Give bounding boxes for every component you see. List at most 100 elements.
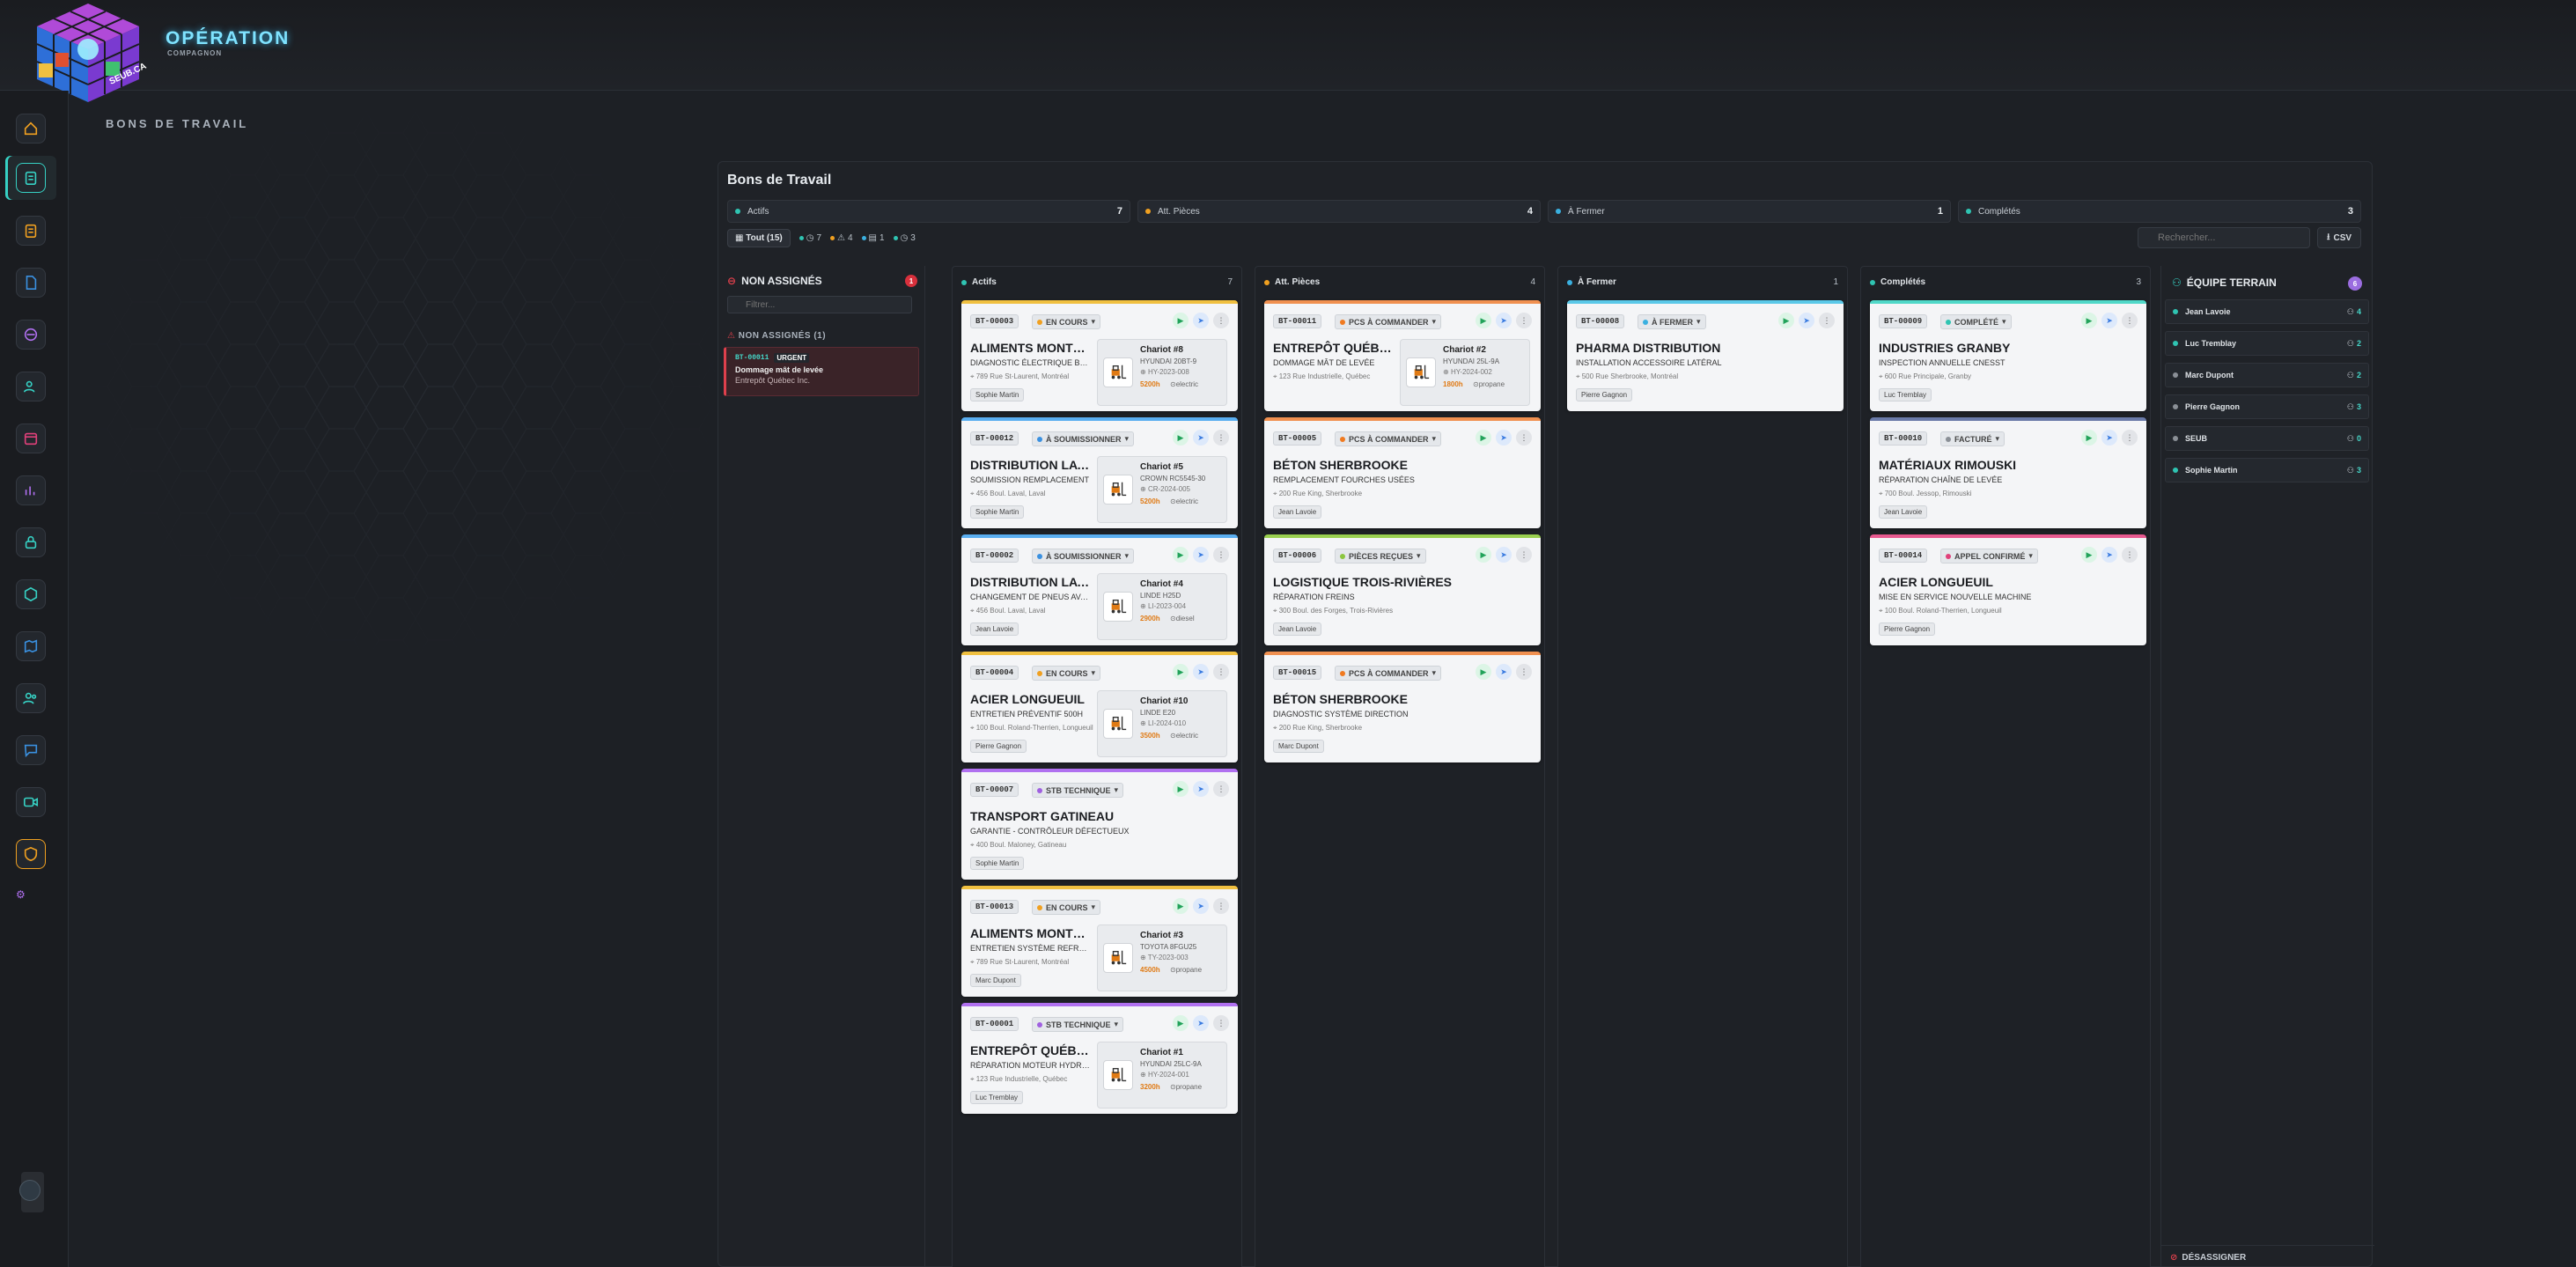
more-button[interactable]: ⋮ [2122, 430, 2138, 446]
dispatch-button[interactable]: ➤ [2101, 313, 2117, 328]
equipment-box[interactable]: Chariot #8 HYUNDAI 20BT-9 ⊕ HY-2023-008 520… [1097, 339, 1227, 406]
more-button[interactable]: ⋮ [1516, 313, 1532, 328]
status-dropdown[interactable]: STB TECHNIQUE ▾ [1032, 1017, 1124, 1032]
more-button[interactable]: ⋮ [1516, 547, 1532, 563]
start-button[interactable]: ▶ [1173, 1015, 1189, 1031]
dispatch-button[interactable]: ➤ [1799, 313, 1814, 328]
start-button[interactable]: ▶ [1173, 898, 1189, 914]
work-order-card[interactable]: BT-00004 EN COURS ▾ ▶ ➤ ⋮ ACIER LONGUEUIL ENTRE… [961, 652, 1238, 762]
filter-actifs-chip[interactable]: ◷ 7 [799, 233, 821, 243]
team-member[interactable]: Pierre Gagnon ⚇ 3 [2165, 394, 2369, 419]
nav-map-icon[interactable] [16, 631, 46, 661]
more-button[interactable]: ⋮ [2122, 313, 2138, 328]
work-order-card[interactable]: BT-00008 À FERMER ▾ ▶ ➤ ⋮ PHARMA DISTRIBUTION I… [1567, 300, 1844, 411]
status-dropdown[interactable]: PIÈCES REÇUES ▾ [1335, 549, 1426, 564]
equipment-box[interactable]: Chariot #2 HYUNDAI 25L-9A ⊕ HY-2024-002 180… [1400, 339, 1530, 406]
dispatch-button[interactable]: ➤ [1193, 898, 1209, 914]
dispatch-button[interactable]: ➤ [1193, 313, 1209, 328]
technician-tag[interactable]: Pierre Gagnon [970, 740, 1027, 753]
more-button[interactable]: ⋮ [1213, 313, 1229, 328]
work-order-card[interactable]: BT-00007 STB TECHNIQUE ▾ ▶ ➤ ⋮ TRANSPORT GATIN… [961, 769, 1238, 880]
technician-tag[interactable]: Sophie Martin [970, 388, 1025, 401]
work-order-card[interactable]: BT-00015 PCS À COMMANDER ▾ ▶ ➤ ⋮ BÉTON SHERBRO… [1264, 652, 1541, 762]
more-button[interactable]: ⋮ [1213, 1015, 1229, 1031]
technician-tag[interactable]: Luc Tremblay [1879, 388, 1932, 401]
work-order-card[interactable]: BT-00010 FACTURÉ ▾ ▶ ➤ ⋮ MATÉRIAUX RIMOUSKI RÉP… [1870, 417, 2146, 528]
stat-completes[interactable]: Complétés 3 [1958, 200, 2361, 223]
status-dropdown[interactable]: PCS À COMMANDER ▾ [1335, 666, 1442, 681]
status-dropdown[interactable]: COMPLÉTÉ ▾ [1940, 314, 2012, 329]
more-button[interactable]: ⋮ [1819, 313, 1835, 328]
stat-actifs[interactable]: Actifs 7 [727, 200, 1130, 223]
stat-a-fermer[interactable]: À Fermer 1 [1548, 200, 1951, 223]
work-order-card[interactable]: BT-00006 PIÈCES REÇUES ▾ ▶ ➤ ⋮ LOGISTIQUE TROI… [1264, 534, 1541, 645]
work-order-card[interactable]: BT-00009 COMPLÉTÉ ▾ ▶ ➤ ⋮ INDUSTRIES GRANBY INS… [1870, 300, 2146, 411]
dispatch-button[interactable]: ➤ [1496, 430, 1512, 446]
team-member[interactable]: Jean Lavoie ⚇ 4 [2165, 299, 2369, 324]
more-button[interactable]: ⋮ [1213, 781, 1229, 797]
technician-tag[interactable]: Jean Lavoie [970, 622, 1019, 636]
search-input[interactable] [2138, 227, 2310, 248]
technician-tag[interactable]: Marc Dupont [1273, 740, 1324, 753]
logo-cube-icon[interactable]: SEUB.CA [26, 0, 150, 104]
nav-lock-icon[interactable] [16, 527, 46, 557]
nav-extra-icon[interactable]: ⚙ [16, 888, 26, 901]
nav-calendar-icon[interactable] [16, 424, 46, 453]
team-member[interactable]: Luc Tremblay ⚇ 2 [2165, 331, 2369, 356]
technician-tag[interactable]: Jean Lavoie [1273, 505, 1322, 519]
status-dropdown[interactable]: EN COURS ▾ [1032, 314, 1101, 329]
status-dropdown[interactable]: FACTURÉ ▾ [1940, 431, 2006, 446]
equipment-box[interactable]: Chariot #4 LINDE H25D ⊕ LI-2023-004 2900h ⊙d… [1097, 573, 1227, 640]
equipment-box[interactable]: Chariot #10 LINDE E20 ⊕ LI-2024-010 3500h ⊙e… [1097, 690, 1227, 757]
start-button[interactable]: ▶ [1476, 664, 1491, 680]
start-button[interactable]: ▶ [1476, 313, 1491, 328]
equipment-box[interactable]: Chariot #3 TOYOTA 8FGU25 ⊕ TY-2023-003 4500… [1097, 924, 1227, 991]
start-button[interactable]: ▶ [1476, 547, 1491, 563]
nav-shield-icon[interactable] [16, 839, 46, 869]
status-dropdown[interactable]: À FERMER ▾ [1638, 314, 1706, 329]
nav-home-icon[interactable] [16, 114, 46, 144]
work-order-card[interactable]: BT-00001 STB TECHNIQUE ▾ ▶ ➤ ⋮ ENTREPÔT QUÉBEC… [961, 1003, 1238, 1114]
start-button[interactable]: ▶ [1173, 430, 1189, 446]
status-dropdown[interactable]: PCS À COMMANDER ▾ [1335, 314, 1442, 329]
nav-chart-icon[interactable] [16, 475, 46, 505]
technician-tag[interactable]: Marc Dupont [970, 974, 1021, 987]
dispatch-button[interactable]: ➤ [2101, 430, 2117, 446]
start-button[interactable]: ▶ [1173, 313, 1189, 328]
technician-tag[interactable]: Sophie Martin [970, 505, 1025, 519]
stat-att-pieces[interactable]: Att. Pièces 4 [1137, 200, 1541, 223]
more-button[interactable]: ⋮ [1213, 898, 1229, 914]
work-order-card[interactable]: BT-00013 EN COURS▾ ▶ ➤ ⋮ ALIMENTS MONTRÉAL ENT… [961, 886, 1238, 997]
work-order-card[interactable]: BT-00011 PCS À COMMANDER ▾ ▶ ➤ ⋮ ENTREPÔT QUÉB… [1264, 300, 1541, 411]
start-button[interactable]: ▶ [1173, 781, 1189, 797]
status-dropdown[interactable]: À SOUMISSIONNER ▾ [1032, 431, 1135, 446]
filter-completes-chip[interactable]: ◷ 3 [893, 233, 916, 243]
start-button[interactable]: ▶ [1173, 547, 1189, 563]
more-button[interactable]: ⋮ [1213, 664, 1229, 680]
dispatch-button[interactable]: ➤ [1193, 430, 1209, 446]
status-dropdown[interactable]: EN COURS ▾ [1032, 900, 1101, 915]
nav-chat-icon[interactable] [16, 735, 46, 765]
technician-tag[interactable]: Sophie Martin [970, 857, 1025, 870]
technician-tag[interactable]: Pierre Gagnon [1576, 388, 1633, 401]
dispatch-button[interactable]: ➤ [1496, 664, 1512, 680]
nav-team-icon[interactable] [16, 683, 46, 713]
unassigned-card[interactable]: BT-00011 URGENT Dommage mât de levée Ent… [724, 347, 919, 396]
team-member[interactable]: Sophie Martin ⚇ 3 [2165, 458, 2369, 482]
technician-tag[interactable]: Jean Lavoie [1273, 622, 1322, 636]
unassigned-filter-input[interactable] [727, 296, 912, 313]
more-button[interactable]: ⋮ [1213, 430, 1229, 446]
start-button[interactable]: ▶ [2081, 547, 2097, 563]
dispatch-button[interactable]: ➤ [1496, 313, 1512, 328]
nav-palette-icon[interactable] [16, 320, 46, 350]
unassign-button[interactable]: ⊘ DÉSASSIGNER [2161, 1245, 2374, 1267]
work-order-card[interactable]: BT-00014 APPEL CONFIRMÉ ▾ ▶ ➤ ⋮ ACIER LONGUEUI… [1870, 534, 2146, 645]
start-button[interactable]: ▶ [1173, 664, 1189, 680]
filter-pieces-chip[interactable]: ⚠ 4 [830, 233, 853, 243]
status-dropdown[interactable]: PCS À COMMANDER ▾ [1335, 431, 1442, 446]
nav-video-icon[interactable] [16, 787, 46, 817]
dispatch-button[interactable]: ➤ [1193, 1015, 1209, 1031]
nav-clipboard-icon[interactable] [16, 163, 46, 193]
start-button[interactable]: ▶ [2081, 313, 2097, 328]
filter-all-button[interactable]: ▦ Tout (15) [727, 229, 791, 247]
